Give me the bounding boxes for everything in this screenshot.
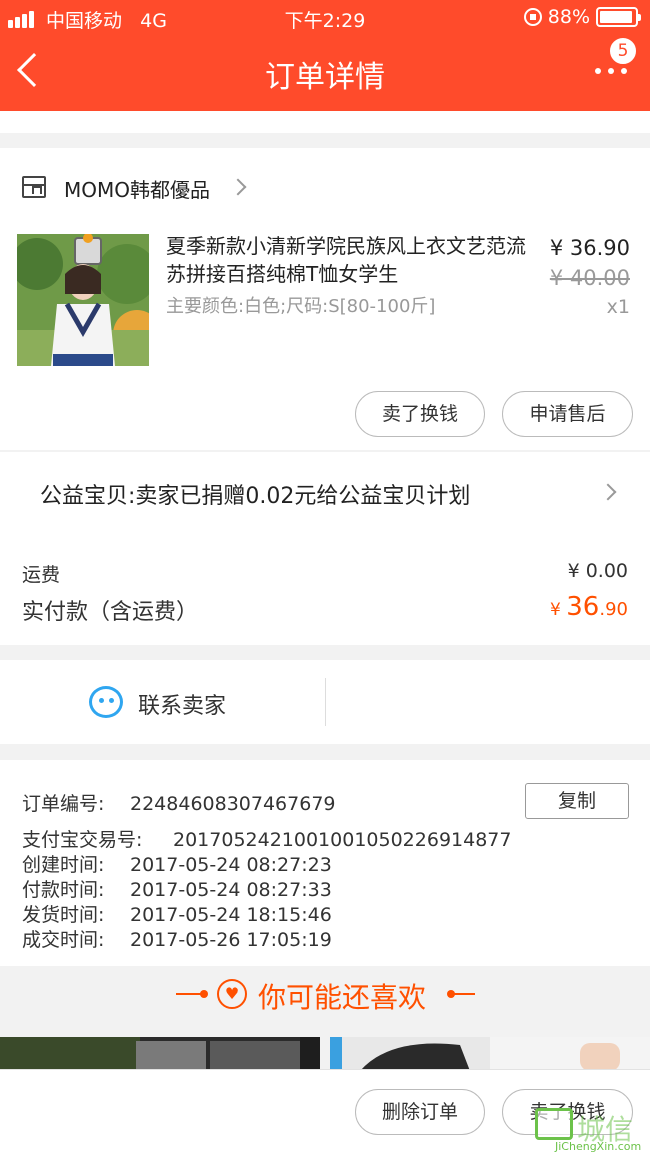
watermark-logo-icon [535, 1108, 573, 1140]
divider [451, 993, 475, 995]
battery-icon [596, 7, 641, 27]
status-bar: 中国移动 4G 下午2:29 88% [0, 4, 650, 32]
chat-icon[interactable] [89, 686, 123, 718]
header-bar: 中国移动 4G 下午2:29 88% 订单详情 5 [0, 0, 650, 111]
site-watermark: 城信 JiChengXin.com [535, 1108, 645, 1156]
heart-icon: ♥ [217, 979, 247, 1009]
paid-label: 实付款（含运费） [22, 600, 199, 625]
delete-order-button[interactable]: 删除订单 [355, 1089, 485, 1135]
recommend-item-image[interactable] [330, 1037, 650, 1071]
page-title: 订单详情 [265, 60, 385, 95]
recommend-title: 你可能还喜欢 [258, 981, 427, 1014]
battery-percent: 88% [547, 6, 590, 28]
contact-seller-button[interactable]: 联系卖家 [138, 688, 226, 720]
product-image[interactable] [17, 234, 149, 366]
shop-icon [22, 176, 46, 198]
shipped-time: 发货时间: 2017-05-24 18:15:46 [22, 904, 332, 926]
divider [325, 678, 326, 726]
product-price: ¥ 36.90 [549, 236, 630, 260]
paid-amount: ¥ 36.90 [550, 592, 628, 622]
shop-name[interactable]: MOMO韩都優品 [64, 174, 210, 203]
recommend-item-image[interactable] [0, 1037, 320, 1071]
top-spacer [0, 111, 650, 133]
product-sku: 主要颜色:白色;尺码:S[80-100斤] [166, 296, 436, 317]
copy-button[interactable]: 复制 [525, 783, 629, 819]
alipay-number: 支付宝交易号: 2017052421001001050226914877 [22, 829, 512, 851]
rotation-lock-icon [523, 8, 542, 26]
completed-time: 成交时间: 2017-05-26 17:05:19 [22, 929, 332, 951]
product-title[interactable]: 夏季新款小清新学院民族风上衣文艺范流苏拼接百搭纯棉T恤女学生 [166, 232, 534, 288]
order-number: 订单编号: 2248460830746767​9 [22, 793, 336, 815]
shipping-value: ¥ 0.00 [567, 560, 628, 582]
paid-time: 付款时间: 2017-05-24 08:27:33 [22, 879, 332, 901]
created-time: 创建时间: 2017-05-24 08:27:23 [22, 854, 332, 876]
more-icon[interactable] [595, 66, 629, 76]
sell-for-cash-button[interactable]: 卖了换钱 [355, 391, 485, 437]
battery-status: 88% [523, 6, 641, 28]
charity-notice[interactable]: 公益宝贝:卖家已捐赠0.02元给公益宝贝计划 [40, 478, 470, 510]
message-badge[interactable]: 5 [608, 36, 638, 66]
after-sale-button[interactable]: 申请售后 [502, 391, 633, 437]
shipping-label: 运费 [22, 564, 61, 586]
watermark-url: JiChengXin.com [555, 1140, 642, 1153]
divider-dot [200, 990, 208, 998]
product-quantity: x1 [606, 296, 630, 318]
original-price: ¥ 40.00 [549, 266, 630, 290]
